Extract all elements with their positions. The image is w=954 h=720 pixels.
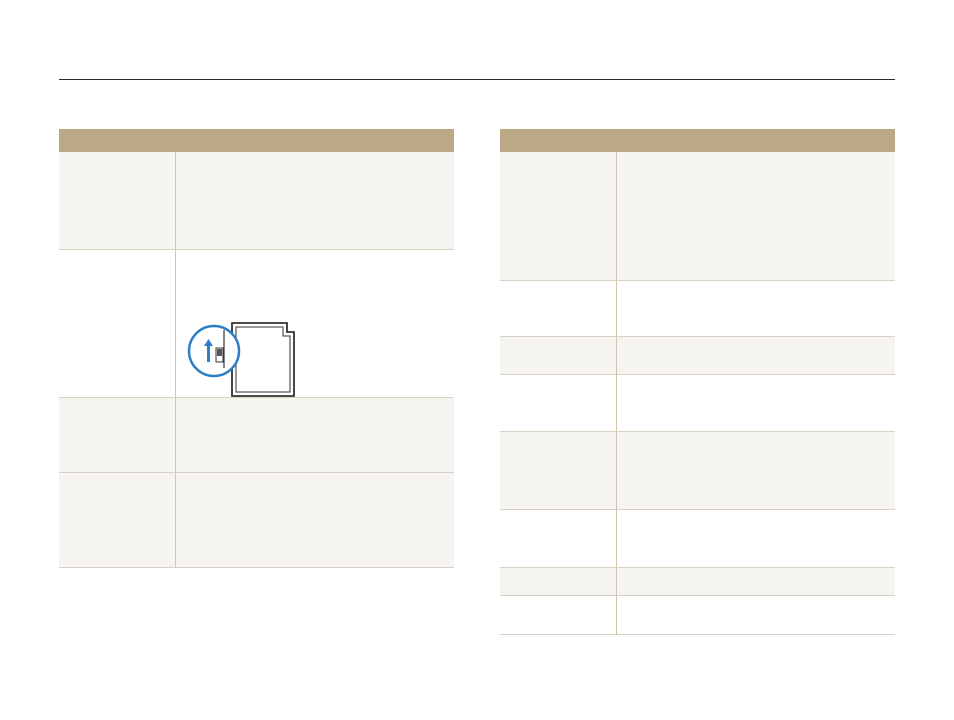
right-row-4-desc [617, 375, 895, 432]
right-table-header-col1 [500, 129, 617, 152]
left-row-3-desc [176, 398, 454, 473]
right-row-7-label [500, 568, 617, 596]
right-row-5-desc [617, 432, 895, 510]
right-row-5-label [500, 432, 617, 510]
right-row-3-label [500, 337, 617, 375]
right-row-1-label [500, 152, 617, 281]
right-table-header-col2 [617, 129, 895, 152]
right-row-8-desc [617, 596, 895, 635]
top-rule [59, 79, 895, 80]
left-table [59, 129, 454, 568]
left-table-header-col1 [59, 129, 176, 152]
right-row-2-label [500, 281, 617, 337]
right-row-7-desc [617, 568, 895, 596]
left-table-header-col2 [176, 129, 454, 152]
left-row-3-label [59, 398, 176, 473]
left-row-4-label [59, 473, 176, 568]
left-row-2-desc [176, 250, 454, 398]
right-table [500, 129, 895, 635]
left-row-2-label [59, 250, 176, 398]
right-row-6-label [500, 510, 617, 568]
left-row-4-desc [176, 473, 454, 568]
right-row-3-desc [617, 337, 895, 375]
sd-card-lock-switch-icon [187, 322, 295, 397]
right-row-8-label [500, 596, 617, 635]
right-row-1-desc [617, 152, 895, 281]
right-row-2-desc [617, 281, 895, 337]
left-row-1-desc [176, 152, 454, 250]
right-row-6-desc [617, 510, 895, 568]
left-row-1-label [59, 152, 176, 250]
right-row-4-label [500, 375, 617, 432]
